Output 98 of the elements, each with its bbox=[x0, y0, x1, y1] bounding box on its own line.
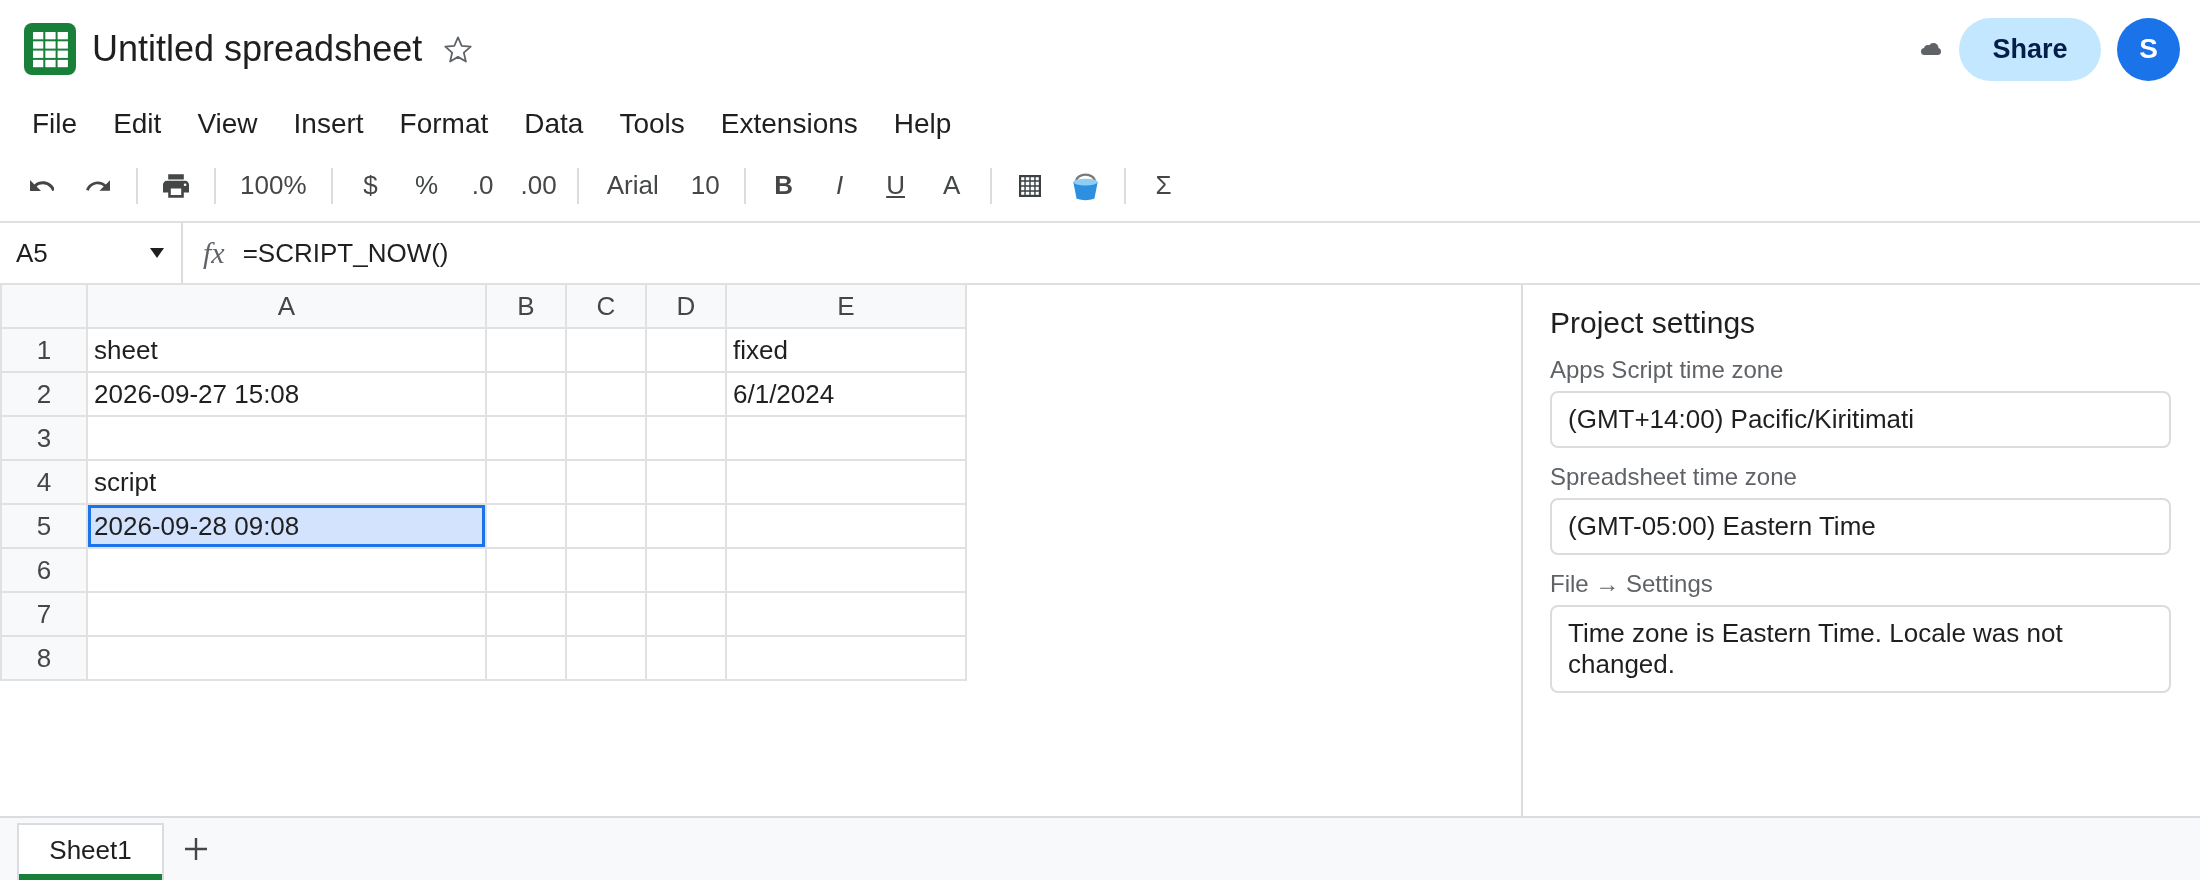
redo-icon[interactable] bbox=[86, 180, 110, 191]
row-header[interactable]: 7 bbox=[2, 593, 86, 635]
table-cell[interactable] bbox=[567, 593, 645, 635]
table-cell[interactable]: sheet bbox=[88, 329, 485, 371]
table-cell[interactable] bbox=[727, 637, 965, 679]
table-cell[interactable] bbox=[487, 373, 565, 415]
table-cell[interactable] bbox=[567, 637, 645, 679]
corner-header[interactable] bbox=[2, 285, 86, 327]
column-header[interactable]: C bbox=[567, 285, 645, 327]
document-title[interactable]: Untitled spreadsheet bbox=[92, 27, 423, 71]
column-header[interactable]: A bbox=[88, 285, 485, 327]
table-cell[interactable] bbox=[487, 461, 565, 503]
row-header[interactable]: 1 bbox=[2, 329, 86, 371]
fx-label: fx bbox=[203, 236, 225, 270]
menu-item[interactable]: File bbox=[24, 104, 86, 144]
menu-item[interactable]: View bbox=[189, 104, 266, 144]
row-header[interactable]: 2 bbox=[2, 373, 86, 415]
zoom-dropdown[interactable]: 100% bbox=[232, 163, 315, 208]
font-dropdown[interactable]: Arial bbox=[594, 163, 671, 208]
undo-icon[interactable] bbox=[30, 180, 54, 191]
font-size-dropdown[interactable]: 10 bbox=[682, 163, 728, 208]
star-icon[interactable] bbox=[444, 35, 473, 63]
number-format-button[interactable]: .0 bbox=[460, 163, 505, 208]
share-button[interactable]: Share bbox=[1959, 17, 2101, 81]
menu-item[interactable]: Edit bbox=[105, 104, 170, 144]
number-format-button[interactable]: % bbox=[404, 163, 449, 208]
column-header[interactable]: E bbox=[727, 285, 965, 327]
cloud-icon bbox=[1920, 43, 1942, 55]
caret-icon[interactable] bbox=[150, 248, 164, 258]
table-cell[interactable] bbox=[727, 549, 965, 591]
menu-item[interactable]: Tools bbox=[611, 104, 693, 144]
field-label: Spreadsheet time zone bbox=[1550, 462, 1797, 492]
table-cell[interactable] bbox=[727, 417, 965, 459]
table-cell[interactable]: 6/1/2024 bbox=[727, 373, 965, 415]
table-cell[interactable] bbox=[647, 637, 725, 679]
table-cell[interactable] bbox=[727, 461, 965, 503]
row-header[interactable]: 8 bbox=[2, 637, 86, 679]
table-cell[interactable] bbox=[647, 549, 725, 591]
table-cell[interactable] bbox=[647, 505, 725, 547]
text-field[interactable]: (GMT+14:00) Pacific/Kiritimati bbox=[1550, 391, 2171, 448]
menu-item[interactable]: Data bbox=[516, 104, 592, 144]
account-avatar[interactable]: S bbox=[2117, 17, 2180, 81]
table-cell[interactable] bbox=[487, 417, 565, 459]
table-cell[interactable] bbox=[647, 461, 725, 503]
table-cell[interactable] bbox=[88, 417, 485, 459]
table-cell[interactable] bbox=[88, 637, 485, 679]
grid-icon[interactable] bbox=[1018, 174, 1041, 197]
functions-button[interactable]: Σ bbox=[1141, 163, 1186, 208]
table-cell[interactable] bbox=[567, 373, 645, 415]
table-cell[interactable] bbox=[567, 417, 645, 459]
menu-item[interactable]: Help bbox=[885, 104, 960, 144]
table-cell[interactable] bbox=[487, 637, 565, 679]
panel-title: Project settings bbox=[1550, 305, 1756, 341]
sheet-tab[interactable]: Sheet1 bbox=[17, 823, 164, 880]
table-cell[interactable] bbox=[727, 505, 965, 547]
table-cell[interactable] bbox=[567, 505, 645, 547]
column-header[interactable]: B bbox=[487, 285, 565, 327]
italic-button[interactable]: I bbox=[817, 163, 862, 208]
row-header[interactable]: 4 bbox=[2, 461, 86, 503]
table-cell[interactable] bbox=[487, 549, 565, 591]
table-cell[interactable]: fixed bbox=[727, 329, 965, 371]
formula-input[interactable]: =SCRIPT_NOW() bbox=[242, 223, 2200, 283]
column-header[interactable]: D bbox=[647, 285, 725, 327]
number-format-button[interactable]: $ bbox=[348, 163, 393, 208]
field-label: File → Settings bbox=[1550, 569, 1713, 599]
table-cell[interactable] bbox=[567, 549, 645, 591]
number-format-button[interactable]: .00 bbox=[516, 163, 561, 208]
table-cell[interactable] bbox=[567, 329, 645, 371]
printer-icon[interactable] bbox=[163, 173, 189, 198]
table-cell[interactable] bbox=[487, 593, 565, 635]
table-cell[interactable]: 2026-09-27 15:08 bbox=[88, 373, 485, 415]
text-field[interactable]: (GMT-05:00) Eastern Time bbox=[1550, 498, 2171, 555]
table-cell[interactable] bbox=[487, 329, 565, 371]
spreadsheet-logo-icon[interactable] bbox=[24, 23, 76, 75]
table-cell[interactable] bbox=[647, 329, 725, 371]
table-cell[interactable] bbox=[727, 593, 965, 635]
table-cell[interactable] bbox=[88, 549, 485, 591]
table-cell[interactable]: script bbox=[88, 461, 485, 503]
menu-item[interactable]: Extensions bbox=[712, 104, 866, 144]
table-cell[interactable] bbox=[567, 461, 645, 503]
row-header[interactable]: 5 bbox=[2, 505, 86, 547]
table-cell[interactable] bbox=[88, 593, 485, 635]
table-cell[interactable]: 2026-09-28 09:08 bbox=[88, 505, 485, 547]
table-cell[interactable] bbox=[647, 373, 725, 415]
bold-button[interactable]: B bbox=[761, 163, 806, 208]
table-cell[interactable] bbox=[487, 505, 565, 547]
row-header[interactable]: 3 bbox=[2, 417, 86, 459]
name-box[interactable]: A5 bbox=[0, 223, 183, 283]
menu-item[interactable]: Insert bbox=[285, 104, 372, 144]
text-field[interactable]: Time zone is Eastern Time. Locale was not changed. bbox=[1550, 605, 2171, 693]
table-cell[interactable] bbox=[647, 593, 725, 635]
underline-button[interactable]: U bbox=[873, 163, 918, 208]
row-header[interactable]: 6 bbox=[2, 549, 86, 591]
table-cell[interactable] bbox=[647, 417, 725, 459]
menu-item[interactable]: Format bbox=[391, 104, 497, 144]
plus-icon[interactable] bbox=[185, 838, 207, 860]
field-label: Apps Script time zone bbox=[1550, 355, 1784, 385]
text-color-button[interactable]: A bbox=[929, 163, 974, 208]
